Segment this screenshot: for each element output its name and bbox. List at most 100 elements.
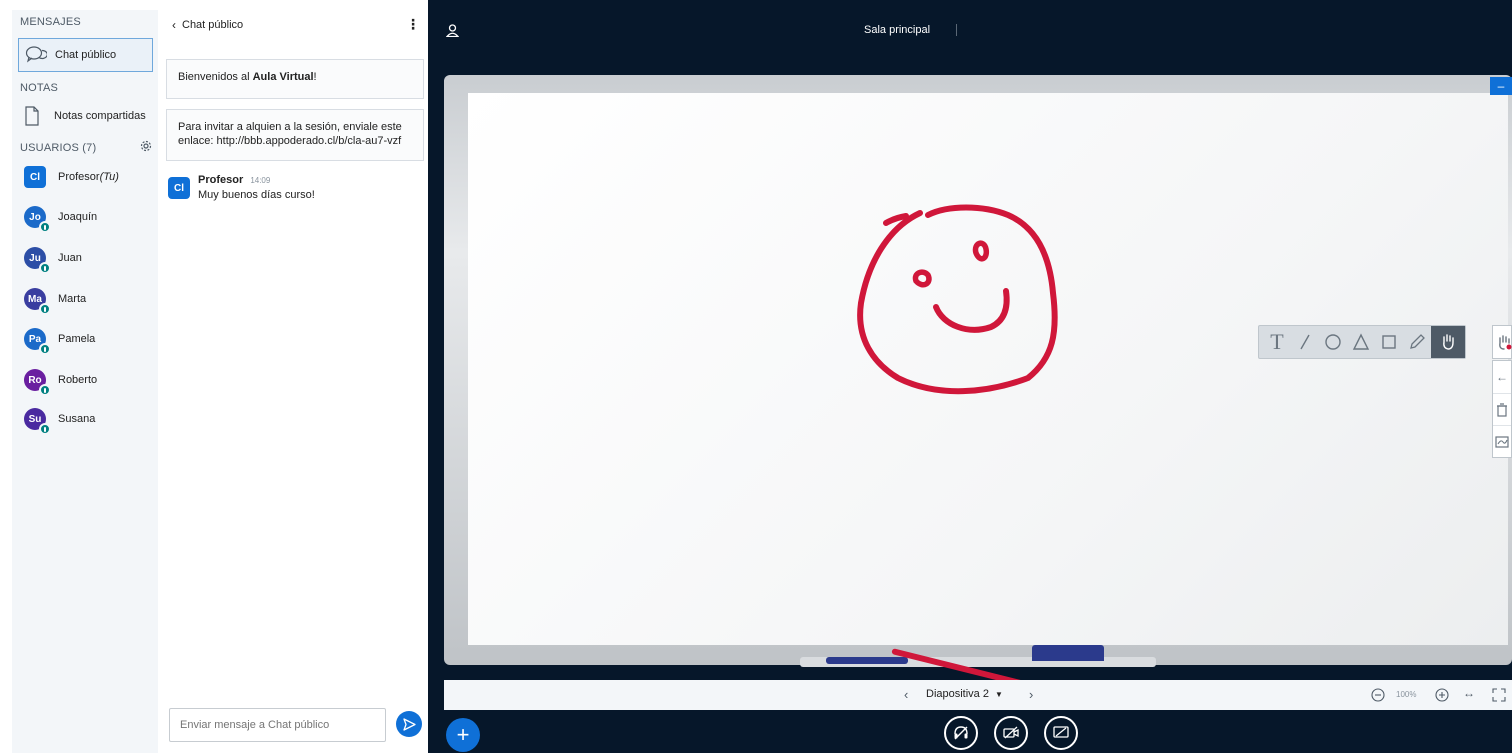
message-time: 14:09	[250, 176, 271, 185]
ellipse-tool-icon[interactable]	[1319, 328, 1347, 356]
avatar: Ro	[24, 369, 51, 396]
whiteboard-canvas[interactable]	[468, 93, 1508, 645]
user-list-item[interactable]: Su Susana	[24, 408, 96, 435]
user-name: Marta	[58, 293, 87, 305]
chat-panel: ‹ Chat público ⋮ Bienvenidos al Aula Vir…	[158, 0, 428, 753]
mic-status-icon	[39, 221, 51, 233]
options-menu-icon[interactable]: ⋮	[1506, 22, 1512, 39]
user-name: Profesor(Tu)	[58, 171, 119, 183]
previous-slide-icon[interactable]: ‹	[904, 687, 908, 702]
mic-status-icon	[39, 303, 51, 315]
document-icon	[25, 106, 39, 126]
user-name: Roberto	[58, 374, 98, 386]
headset-muted-icon	[954, 726, 968, 740]
top-bar: Sala principal ⋮	[428, 10, 1512, 52]
user-name: Juan	[58, 252, 82, 264]
message-text: Muy buenos días curso!	[198, 189, 315, 201]
rectangle-tool-icon[interactable]	[1375, 328, 1403, 356]
text-tool-icon[interactable]: T	[1263, 328, 1291, 356]
zoom-level: 100%	[1396, 690, 1417, 699]
avatar: Cl	[24, 166, 46, 188]
annotation-toolbar: T	[1258, 325, 1466, 359]
welcome-message: Bienvenidos al Aula Virtual!	[166, 59, 424, 99]
user-name: Pamela	[58, 333, 96, 345]
zoom-in-icon[interactable]	[1435, 688, 1449, 702]
plus-icon: +	[456, 722, 470, 747]
avatar: Ma	[24, 288, 51, 315]
chat-message-input[interactable]	[169, 708, 386, 742]
hand-tool-icon[interactable]	[1431, 326, 1465, 358]
avatar: Jo	[24, 206, 51, 233]
sidebar-item-public-chat[interactable]: Chat público	[18, 38, 153, 72]
camera-off-icon	[1003, 726, 1019, 739]
avatar: Pa	[24, 328, 51, 355]
slide-label: Diapositiva 2	[926, 688, 989, 700]
avatar: Ju	[24, 247, 51, 274]
slide-navigation-bar: ‹ Diapositiva 2 ▼ › 100% ↔	[444, 680, 1512, 710]
presentation-area: Sala principal ⋮ T	[428, 0, 1512, 753]
actions-plus-button[interactable]: +	[446, 718, 480, 752]
more-options-icon[interactable]: ⋮	[406, 16, 420, 33]
trash-icon[interactable]	[1493, 393, 1511, 425]
app-window: MENSAJES Chat público NOTAS Notas compar…	[0, 0, 1512, 753]
user-list-item[interactable]: Ro Roberto	[24, 369, 98, 396]
invite-message: Para invitar a alquien a la sesión, envi…	[166, 109, 424, 161]
zoom-out-icon[interactable]	[1371, 688, 1385, 702]
left-sidebar: MENSAJES Chat público NOTAS Notas compar…	[0, 0, 158, 753]
next-slide-icon[interactable]: ›	[1029, 687, 1033, 702]
message-header: Profesor 14:09	[198, 174, 270, 186]
fullscreen-icon[interactable]	[1492, 688, 1506, 702]
hand-pointer-icon	[1499, 335, 1512, 350]
fit-width-icon[interactable]: ↔	[1463, 686, 1475, 700]
triangle-tool-icon[interactable]	[1347, 328, 1375, 356]
side-actions: ←	[1492, 360, 1512, 458]
user-name: Joaquín	[58, 211, 98, 223]
message-author: Profesor	[198, 174, 244, 186]
chat-back-button[interactable]: ‹ Chat público	[172, 18, 243, 32]
chevron-left-icon: ‹	[172, 18, 176, 32]
notes-section-title: NOTAS	[20, 82, 59, 94]
chat-header-title: Chat público	[182, 19, 244, 31]
blue-marker	[826, 657, 908, 664]
chevron-down-icon: ▼	[994, 690, 1003, 699]
pencil-tool-icon[interactable]	[1403, 328, 1431, 356]
users-section-title: USUARIOS (7)	[20, 142, 97, 154]
title-divider	[956, 24, 957, 36]
avatar: Su	[24, 408, 51, 435]
user-list-toggle-icon[interactable]	[446, 24, 459, 37]
minimize-presentation-icon[interactable]: –	[1490, 77, 1512, 95]
mic-status-icon	[39, 384, 51, 396]
screen-share-off-icon	[1053, 726, 1069, 738]
room-title: Sala principal	[864, 24, 931, 36]
active-tool-indicator[interactable]	[1492, 325, 1512, 359]
mic-status-icon	[39, 262, 51, 274]
user-list-item[interactable]: Ma Marta	[24, 288, 87, 315]
messages-section-title: MENSAJES	[20, 16, 81, 28]
line-tool-icon[interactable]	[1291, 328, 1319, 356]
send-button[interactable]	[396, 711, 422, 737]
share-screen-button[interactable]	[1044, 716, 1078, 750]
sidebar-item-shared-notes[interactable]: Notas compartidas	[24, 104, 146, 128]
undo-icon[interactable]: ←	[1493, 361, 1511, 393]
mic-status-icon	[39, 423, 51, 435]
avatar: Cl	[168, 177, 190, 199]
whiteboard-frame	[444, 75, 1512, 690]
chat-bubbles-icon	[25, 46, 47, 63]
slide-selector[interactable]: Diapositiva 2 ▼	[926, 688, 1003, 700]
sidebar-item-label: Notas compartidas	[54, 110, 146, 122]
join-audio-button[interactable]	[944, 716, 978, 750]
multi-user-whiteboard-icon[interactable]	[1493, 425, 1511, 457]
user-list-item[interactable]: Jo Joaquín	[24, 206, 98, 233]
user-list-item[interactable]: Ju Juan	[24, 247, 82, 274]
smiley-drawing	[857, 204, 1058, 395]
gear-icon[interactable]	[140, 140, 152, 152]
sidebar-item-label: Chat público	[55, 49, 117, 61]
user-name: Susana	[58, 413, 96, 425]
user-list-item[interactable]: Pa Pamela	[24, 328, 96, 355]
send-icon	[402, 717, 416, 731]
share-webcam-button[interactable]	[994, 716, 1028, 750]
eraser	[1032, 645, 1104, 661]
action-bar: +	[428, 712, 1512, 753]
user-list-item[interactable]: Cl Profesor(Tu)	[24, 166, 119, 188]
mic-status-icon	[39, 343, 51, 355]
